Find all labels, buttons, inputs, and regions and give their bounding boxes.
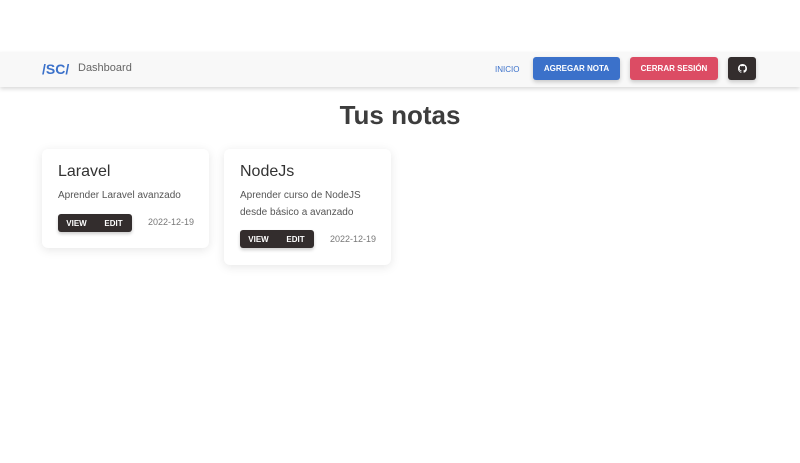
note-date: 2022-12-19 <box>147 217 194 227</box>
view-button[interactable]: VIEW <box>58 214 95 232</box>
page-title: Tus notas <box>339 100 461 130</box>
note-actions: VIEW EDIT <box>58 214 132 232</box>
logout-button[interactable]: CERRAR SESIÓN <box>630 57 718 80</box>
note-card: Laravel Aprender Laravel avanzado VIEW E… <box>42 149 209 248</box>
navbar: /SC/ Dashboard INICIO AGREGAR NOTA CERRA… <box>0 52 800 87</box>
note-title: Laravel <box>58 163 111 180</box>
note-actions: VIEW EDIT <box>240 230 314 248</box>
nav-dashboard-link[interactable]: Dashboard <box>78 62 132 74</box>
note-date: 2022-12-19 <box>329 234 376 244</box>
note-card: NodeJs Aprender curso de NodeJS desde bá… <box>224 149 391 265</box>
view-button[interactable]: VIEW <box>240 230 277 248</box>
brand-logo[interactable]: /SC/ <box>42 61 69 77</box>
github-button[interactable] <box>728 57 756 80</box>
edit-button[interactable]: EDIT <box>95 214 132 232</box>
github-icon <box>737 64 747 73</box>
edit-button[interactable]: EDIT <box>277 230 314 248</box>
note-description: Aprender Laravel avanzado <box>58 190 181 201</box>
note-title: NodeJs <box>240 163 295 180</box>
add-note-button[interactable]: AGREGAR NOTA <box>533 57 620 80</box>
nav-inicio-link[interactable]: INICIO <box>495 65 519 74</box>
note-description: Aprender curso de NodeJS desde básico a … <box>240 190 361 218</box>
